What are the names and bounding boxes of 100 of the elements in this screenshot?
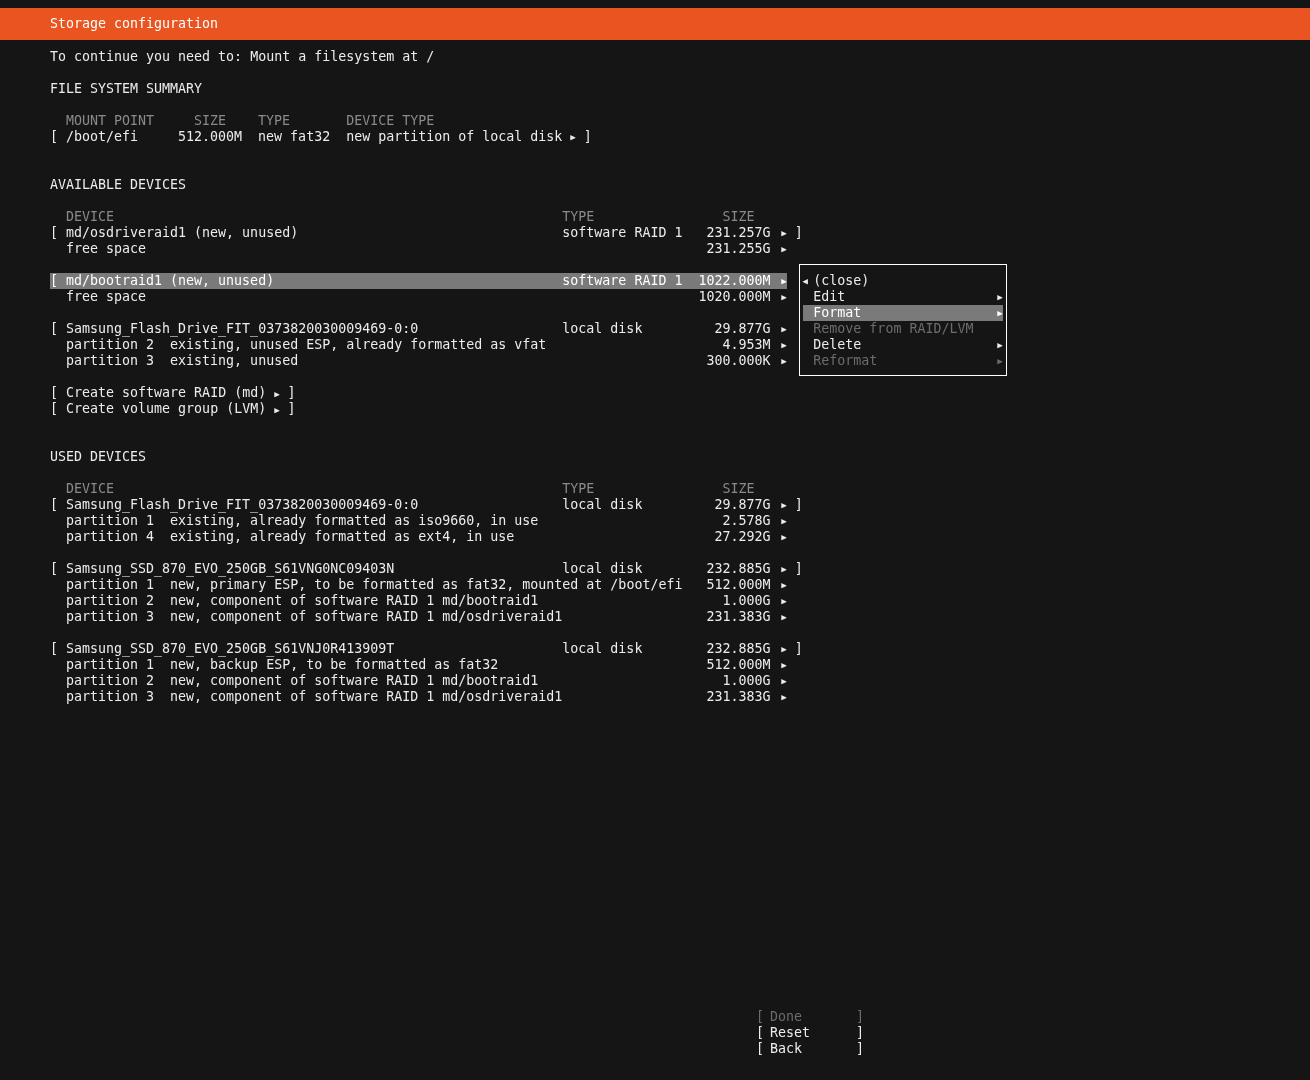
expand-arrow[interactable]: ▶ — [781, 657, 787, 673]
bracket: ] — [794, 225, 803, 241]
device-name: partition 2 new, component of software RAID 1 md/bootraid1 — [66, 673, 540, 689]
column-header: TYPE — [562, 481, 596, 497]
device-size: 1.000G — [721, 673, 771, 689]
device-row[interactable]: partition 1 new, primary ESP, to be formatted as fat32, mounted at /boot/efi 512.000M ▶ — [50, 577, 787, 593]
device-row[interactable]: [ Samsung_SSD_870_EVO_250GB_S61VNG0NC09403N local disk 232.885G ▶ ] — [50, 561, 803, 577]
expand-arrow[interactable]: ▶ — [781, 641, 787, 657]
column-header: DEVICE — [66, 209, 116, 225]
device-name: partition 1 new, backup ESP, to be formatted as fat32 — [66, 657, 500, 673]
column-header: TYPE — [562, 209, 596, 225]
device-row[interactable]: partition 2 existing, unused ESP, already formatted as vfat 4.953M ▶ — [50, 337, 787, 353]
device-row[interactable]: partition 4 existing, already formatted as ext4, in use 27.292G ▶ — [50, 529, 787, 545]
device-row[interactable]: partition 1 existing, already formatted as iso9660, in use 2.578G ▶ — [50, 513, 787, 529]
filesystem-row[interactable]: [ /boot/efi 512.000M new fat32 new partition of local disk ▶ ] — [50, 129, 592, 145]
section-heading: AVAILABLE DEVICES — [50, 177, 188, 193]
device-row[interactable]: [ Samsung_Flash_Drive_FIT_0373820030009469-0:0 local disk 29.877G ▶ ] — [50, 497, 803, 513]
type-text: new fat32 — [258, 129, 332, 145]
device-type: local disk — [562, 561, 644, 577]
device-size: 231.257G — [705, 225, 771, 241]
expand-arrow[interactable]: ▶ — [781, 289, 787, 305]
device-name: free space — [66, 289, 148, 305]
bracket: ] — [794, 641, 803, 657]
device-name: partition 2 new, component of software RAID 1 md/bootraid1 — [66, 593, 540, 609]
device-row[interactable]: [ md/osdriveraid1 (new, unused) software RAID 1 231.257G ▶ ] — [50, 225, 803, 241]
device-row[interactable]: partition 1 new, backup ESP, to be formatted as fat32 512.000M ▶ — [50, 657, 787, 673]
device-size: 232.885G — [705, 641, 771, 657]
device-size: 1022.000M — [697, 273, 771, 289]
device-size: 2.578G — [721, 513, 771, 529]
expand-arrow[interactable]: ▶ — [781, 529, 787, 545]
expand-arrow[interactable]: ▶ — [781, 225, 787, 241]
bracket: [ — [50, 129, 58, 144]
device-name: partition 1 new, primary ESP, to be formatted as fat32, mounted at /boot/efi — [66, 577, 684, 593]
expand-arrow[interactable]: ▶ — [781, 609, 787, 625]
device-size: 231.383G — [705, 609, 771, 625]
device-size: 29.877G — [713, 497, 771, 513]
bracket: ] — [794, 497, 803, 513]
column-header: TYPE — [258, 113, 292, 129]
menu-item[interactable]: Format ▶ — [802, 305, 1003, 321]
device-type: local disk — [562, 321, 644, 337]
device-size: 4.953M — [721, 337, 771, 353]
column-header: DEVICE — [66, 481, 116, 497]
expand-arrow[interactable]: ▶ — [781, 497, 787, 513]
footer-button[interactable]: [ Back ] — [756, 1041, 865, 1057]
size-text: 512.000M — [178, 129, 243, 145]
action-button[interactable]: [ Create software RAID (md) ▶ ] — [50, 385, 296, 401]
device-size: 1.000G — [721, 593, 771, 609]
device-size: 231.255G — [705, 241, 771, 257]
column-header: DEVICE TYPE — [346, 113, 436, 129]
device-row[interactable]: partition 3 existing, unused 300.000K ▶ — [50, 353, 787, 369]
device-type: local disk — [562, 497, 644, 513]
expand-arrow[interactable]: ▶ — [781, 577, 787, 593]
expand-arrow[interactable]: ▶ — [781, 561, 787, 577]
expand-arrow[interactable]: ▶ — [781, 273, 787, 289]
bracket: [ — [50, 321, 58, 336]
footer-button[interactable]: [ Reset ] — [756, 1025, 865, 1041]
expand-arrow[interactable]: ▶ — [781, 593, 787, 609]
expand-arrow[interactable]: ▶ — [781, 321, 787, 337]
device-name: md/osdriveraid1 (new, unused) — [66, 225, 300, 241]
device-row[interactable]: partition 2 new, component of software RAID 1 md/bootraid1 1.000G ▶ — [50, 673, 787, 689]
device-row[interactable]: partition 3 new, component of software RAID 1 md/osdriveraid1 231.383G ▶ — [50, 689, 787, 705]
device-name: partition 3 new, component of software RAID 1 md/osdriveraid1 — [66, 609, 564, 625]
device-row[interactable]: partition 3 new, component of software RAID 1 md/osdriveraid1 231.383G ▶ — [50, 609, 787, 625]
device-row[interactable]: free space 231.255G ▶ — [50, 241, 787, 257]
expand-arrow[interactable]: ▶ — [781, 241, 787, 257]
section-heading: FILE SYSTEM SUMMARY — [50, 81, 204, 97]
device-type: local disk — [562, 641, 644, 657]
device-size: 232.885G — [705, 561, 771, 577]
expand-arrow[interactable]: ▶ — [781, 353, 787, 369]
menu-item[interactable]: Delete ▶ — [802, 337, 1003, 353]
expand-arrow[interactable]: ▶ — [781, 689, 787, 705]
device-name: partition 3 existing, unused — [66, 353, 300, 369]
menu-item[interactable]: ◀ (close) — [802, 273, 1003, 289]
device-name: Samsung_SSD_870_EVO_250GB_S61VNG0NC09403N — [66, 561, 396, 577]
device-row[interactable]: [ md/bootraid1 (new, unused) software RAID 1 1022.000M ▶ — [50, 273, 787, 289]
bracket: [ — [50, 641, 58, 656]
device-name: Samsung_SSD_870_EVO_250GB_S61VNJ0R413909T — [66, 641, 396, 657]
window-title: Storage configuration — [50, 16, 219, 32]
device-name: partition 4 existing, already formatted as ext4, in use — [66, 529, 516, 545]
mount-point: /boot/efi — [66, 129, 140, 145]
device-name: Samsung_Flash_Drive_FIT_0373820030009469-0:0 — [66, 497, 420, 513]
bracket: [ — [50, 497, 58, 512]
expand-arrow[interactable]: ▶ — [781, 337, 787, 353]
device-size: 1020.000M — [697, 289, 771, 305]
action-button[interactable]: [ Create volume group (LVM) ▶ ] — [50, 401, 296, 417]
expand-arrow[interactable]: ▶ — [781, 513, 787, 529]
bracket: ] — [583, 129, 592, 145]
device-size: 512.000M — [705, 657, 771, 673]
device-row[interactable]: free space 1020.000M ▶ — [50, 289, 787, 305]
device-type: software RAID 1 — [562, 273, 684, 289]
device-size: 300.000K — [705, 353, 771, 369]
device-name: partition 1 existing, already formatted as iso9660, in use — [66, 513, 540, 529]
bracket: [ — [50, 561, 58, 576]
device-row[interactable]: partition 2 new, component of software RAID 1 md/bootraid1 1.000G ▶ — [50, 593, 787, 609]
device-row[interactable]: [ Samsung_SSD_870_EVO_250GB_S61VNJ0R413909T local disk 232.885G ▶ ] — [50, 641, 803, 657]
expand-arrow[interactable]: ▶ — [570, 129, 576, 145]
device-row[interactable]: [ Samsung_Flash_Drive_FIT_0373820030009469-0:0 local disk 29.877G ▶ — [50, 321, 787, 337]
menu-item[interactable]: Edit ▶ — [802, 289, 1003, 305]
device-size: 512.000M — [705, 577, 771, 593]
expand-arrow[interactable]: ▶ — [781, 673, 787, 689]
